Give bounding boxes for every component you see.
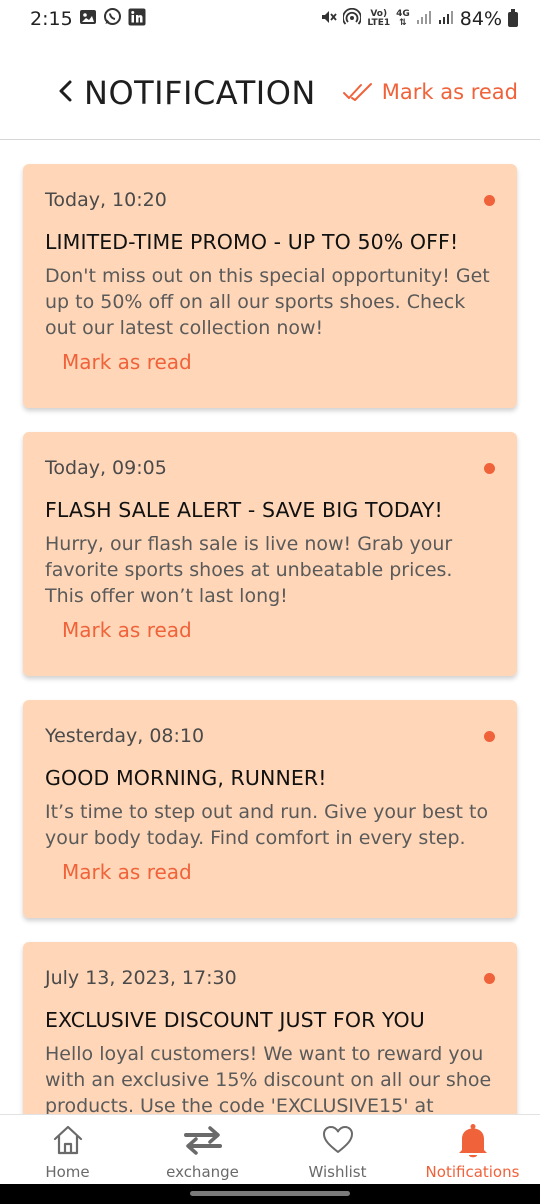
mark-as-read-link[interactable]: Mark as read [62,617,192,643]
double-check-icon [342,83,372,101]
notification-body: It’s time to step out and run. Give your… [45,801,489,849]
chevron-left-icon [59,80,72,102]
notification-card[interactable]: Today, 09:05 FLASH SALE ALERT - SAVE BIG… [23,432,517,676]
unread-dot-icon [484,973,495,984]
system-gesture-area [0,1184,540,1204]
linkedin-icon [128,8,146,31]
nav-home[interactable]: Home [0,1115,135,1185]
signal-icon-sim2 [438,8,454,30]
nav-wishlist-label: Wishlist [308,1163,367,1181]
mark-all-read-button[interactable]: Mark as read [342,80,518,104]
data-arrows-icon: ⇅ [399,18,407,28]
back-button[interactable] [56,76,78,110]
notification-title: GOOD MORNING, RUNNER! [45,766,327,790]
unread-dot-icon [484,195,495,206]
bottom-navigation: Home exchange Wishlist Notifications [0,1114,540,1184]
heart-icon [322,1126,353,1153]
home-gesture-bar[interactable] [190,1191,350,1196]
nav-home-label: Home [45,1163,90,1181]
notification-title: LIMITED-TIME PROMO - UP TO 50% OFF! [45,230,459,254]
notification-time: Today, 09:05 [45,457,167,479]
home-icon [53,1125,82,1155]
status-bar: 2:15 Vo) LTE1 4G ⇅ 84% [0,0,540,38]
mute-icon [319,8,338,31]
status-right: Vo) LTE1 4G ⇅ 84% [319,7,518,31]
nav-wishlist[interactable]: Wishlist [270,1115,405,1185]
whatsapp-icon [103,7,122,31]
notification-card[interactable]: Today, 10:20 LIMITED-TIME PROMO - UP TO … [23,164,517,408]
unread-dot-icon [484,463,495,474]
notification-time: Today, 10:20 [45,189,167,211]
battery-percent: 84% [459,8,502,30]
mark-as-read-link[interactable]: Mark as read [62,349,192,375]
volte-indicator: Vo) LTE1 [367,10,390,28]
notification-title: EXCLUSIVE DISCOUNT JUST FOR YOU [45,1008,425,1032]
nav-notifications[interactable]: Notifications [405,1115,540,1185]
lte-label: LTE1 [367,18,391,28]
battery-icon [508,8,518,27]
notification-body: Don't miss out on this special opportuni… [45,265,490,339]
notification-time: Yesterday, 08:10 [45,725,205,747]
mark-as-read-link[interactable]: Mark as read [62,859,192,885]
status-left: 2:15 [30,7,146,31]
signal-icon-sim1 [416,8,432,30]
notification-card[interactable]: Yesterday, 08:10 GOOD MORNING, RUNNER! I… [23,700,517,918]
hotspot-icon [342,7,363,31]
status-time: 2:15 [30,8,73,30]
nav-exchange-label: exchange [166,1163,239,1181]
notification-body: Hurry, our flash sale is live now! Grab … [45,533,453,607]
bell-icon [458,1124,487,1158]
network-generation: 4G ⇅ [396,10,410,28]
notification-time: July 13, 2023, 17:30 [45,967,237,989]
page-title: NOTIFICATION [84,74,316,112]
header: NOTIFICATION Mark as read [0,52,540,140]
nav-exchange[interactable]: exchange [135,1115,270,1185]
notification-card[interactable]: July 13, 2023, 17:30 EXCLUSIVE DISCOUNT … [23,942,517,1114]
gallery-icon [79,8,97,31]
notification-list[interactable]: Today, 10:20 LIMITED-TIME PROMO - UP TO … [0,140,540,1114]
notification-title: FLASH SALE ALERT - SAVE BIG TODAY! [45,498,443,522]
nav-notifications-label: Notifications [425,1163,520,1181]
exchange-icon [183,1126,222,1155]
mark-all-read-label: Mark as read [381,80,518,104]
notification-body: Hello loyal customers! We want to reward… [45,1043,492,1114]
unread-dot-icon [484,731,495,742]
